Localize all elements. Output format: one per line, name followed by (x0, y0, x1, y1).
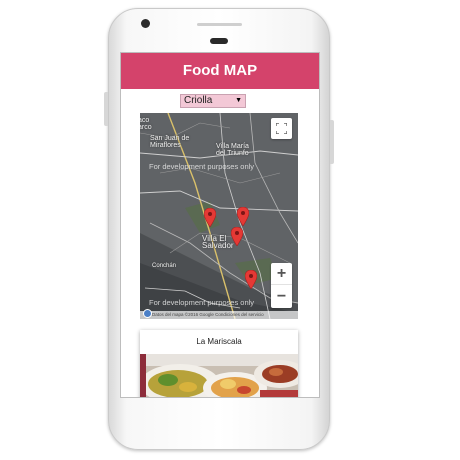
map-marker-icon[interactable] (237, 207, 249, 226)
map-view[interactable]: aco arco San Juan de Miraflores Villa Ma… (140, 113, 298, 319)
map-label-villa-el-salvador: Villa El Salvador (202, 234, 234, 250)
camera-icon (141, 19, 150, 28)
map-marker-icon[interactable] (231, 227, 243, 246)
zoom-in-button[interactable]: + (271, 263, 292, 285)
fullscreen-button[interactable] (271, 118, 292, 139)
fullscreen-icon (275, 122, 288, 135)
map-label-san-juan: San Juan de Miraflores (150, 135, 190, 149)
phone-earpiece (210, 38, 228, 44)
app-title: Food MAP (121, 53, 319, 89)
phone-side-button (104, 92, 108, 126)
map-label-place: aco arco (140, 117, 152, 131)
map-label-villa-maria: Villa María del Triunfo (216, 143, 249, 157)
phone-power-button (330, 120, 334, 164)
zoom-out-button[interactable]: − (271, 286, 292, 308)
map-label-conchan: Conchán (152, 263, 177, 269)
map-attribution[interactable]: Datos del mapa ©2016 Google Condiciones … (140, 311, 298, 319)
dev-notice-bottom: For development purposes only (149, 298, 255, 307)
category-select-value: Criolla (184, 95, 213, 106)
chevron-down-icon: ▼ (235, 97, 242, 104)
zoom-control: + − (271, 263, 292, 308)
phone-speaker (197, 23, 242, 26)
restaurant-food-image (140, 354, 298, 397)
category-select[interactable]: Criolla ▼ (180, 94, 246, 108)
map-marker-icon[interactable] (204, 208, 216, 227)
restaurant-card[interactable]: La Mariscala (140, 330, 298, 397)
restaurant-name: La Mariscala (196, 337, 242, 346)
dev-notice-top: For development purposes only (149, 162, 255, 171)
phone-screen: Food MAP Criolla ▼ aco arco San Juan de … (120, 52, 320, 398)
map-marker-icon[interactable] (245, 270, 257, 289)
google-logo-icon (143, 309, 152, 318)
